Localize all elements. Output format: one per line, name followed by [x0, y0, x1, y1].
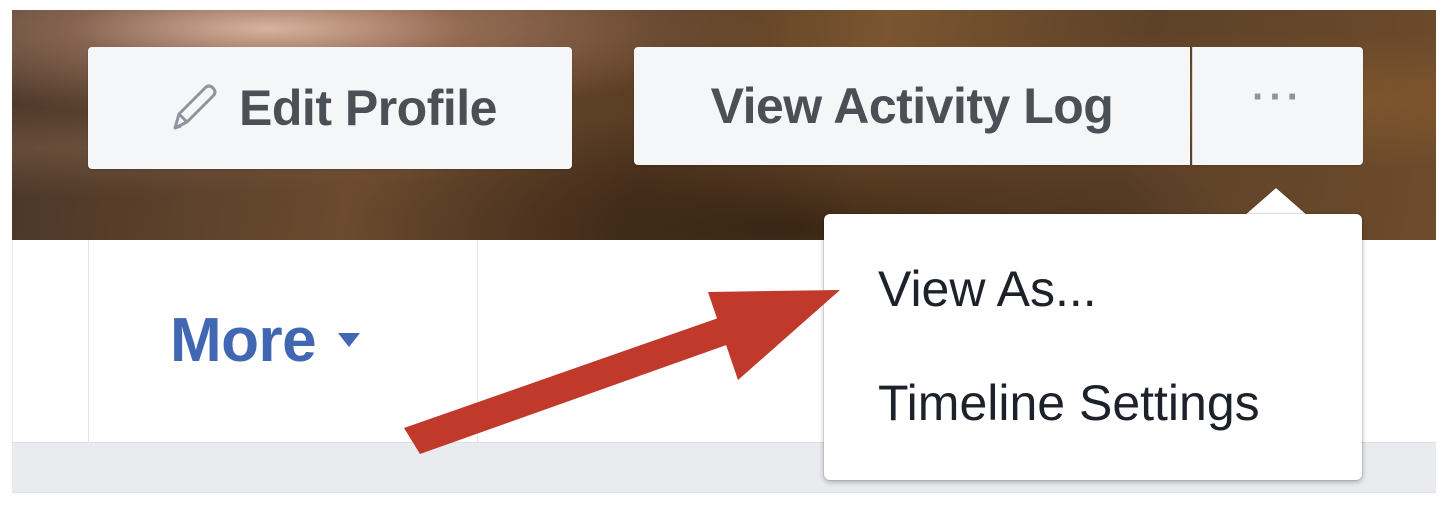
- menu-item-label: View As...: [878, 261, 1097, 317]
- dropdown-pointer: [1244, 188, 1308, 216]
- nav-more-tab[interactable]: More: [170, 300, 361, 380]
- more-options-button[interactable]: ···: [1192, 47, 1363, 165]
- pencil-icon: [173, 84, 217, 130]
- nav-more-label: More: [170, 305, 317, 375]
- edit-profile-button[interactable]: Edit Profile: [88, 47, 572, 169]
- nav-divider: [477, 240, 478, 442]
- nav-divider: [88, 240, 89, 442]
- view-activity-log-label: View Activity Log: [710, 78, 1114, 134]
- edit-profile-label: Edit Profile: [239, 80, 497, 136]
- menu-item-view-as[interactable]: View As...: [824, 244, 1362, 334]
- caret-down-icon: [338, 333, 361, 347]
- menu-item-timeline-settings[interactable]: Timeline Settings: [824, 358, 1362, 448]
- content-area: [12, 492, 1436, 516]
- view-activity-log-button[interactable]: View Activity Log: [634, 47, 1190, 165]
- menu-item-label: Timeline Settings: [878, 375, 1260, 431]
- more-options-dropdown: View As... Timeline Settings: [824, 214, 1362, 480]
- ellipsis-icon: ···: [1252, 74, 1304, 119]
